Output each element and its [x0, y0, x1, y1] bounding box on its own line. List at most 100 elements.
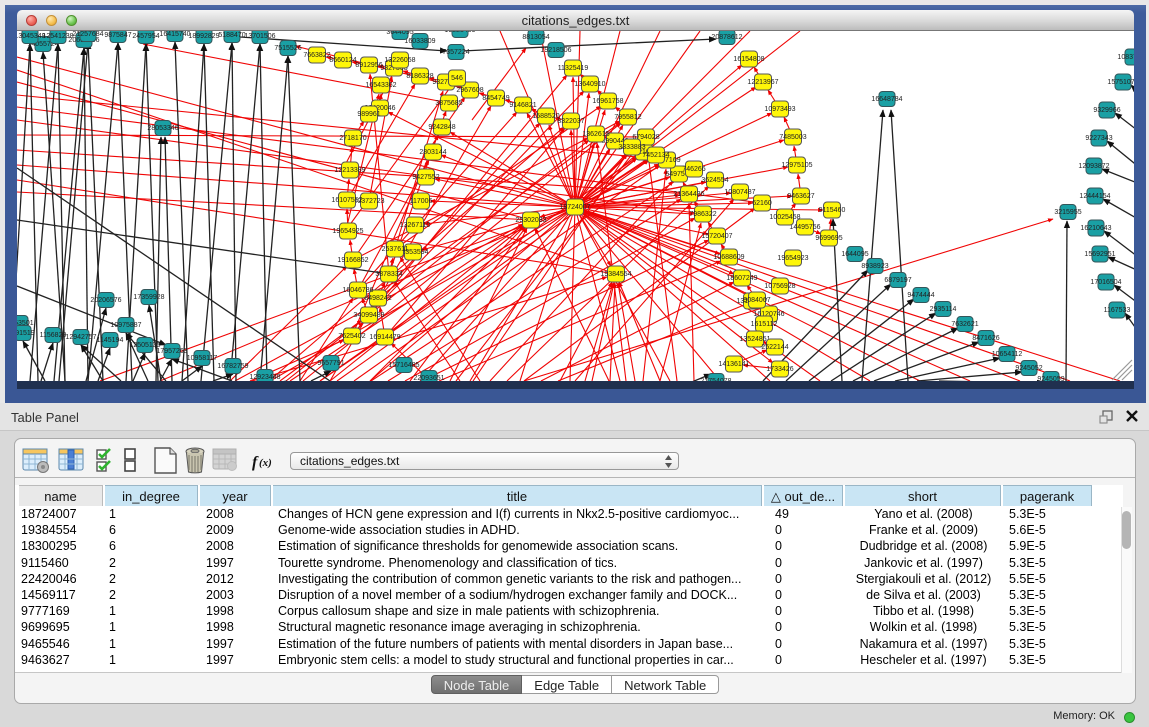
- svg-text:9146821: 9146821: [509, 102, 536, 109]
- svg-text:12213967: 12213967: [747, 79, 778, 86]
- svg-text:9329966: 9329966: [1093, 107, 1120, 114]
- svg-text:7663822: 7663822: [303, 52, 330, 59]
- svg-text:15692951: 15692951: [1084, 251, 1115, 258]
- svg-text:12942757: 12942757: [65, 334, 96, 341]
- svg-text:21364436: 21364436: [673, 191, 704, 198]
- svg-text:20206576: 20206576: [90, 297, 121, 304]
- svg-text:2457954: 2457954: [132, 33, 159, 40]
- svg-text:16415740: 16415740: [159, 31, 190, 38]
- svg-text:6879197: 6879197: [884, 277, 911, 284]
- svg-text:9875847: 9875847: [104, 32, 131, 39]
- svg-text:13524851: 13524851: [739, 336, 770, 343]
- svg-text:7452134: 7452134: [642, 152, 669, 159]
- svg-text:7515526: 7515526: [274, 45, 301, 52]
- svg-text:62160: 62160: [752, 200, 772, 207]
- svg-text:2803144: 2803144: [419, 149, 446, 156]
- svg-text:117006: 117006: [410, 198, 433, 205]
- svg-text:14495756: 14495756: [789, 224, 820, 231]
- svg-text:11325419: 11325419: [558, 65, 589, 72]
- svg-text:10688609: 10688609: [713, 254, 744, 261]
- svg-text:28053346: 28053346: [147, 125, 178, 132]
- svg-text:12923448: 12923448: [249, 374, 280, 381]
- svg-text:1145194: 1145194: [97, 337, 124, 344]
- svg-text:3624554: 3624554: [701, 177, 728, 184]
- svg-text:1644095: 1644095: [841, 251, 868, 258]
- svg-text:9657791: 9657791: [317, 360, 344, 367]
- svg-text:18724007: 18724007: [559, 204, 590, 211]
- svg-text:9242848: 9242848: [428, 124, 455, 131]
- svg-text:25302033: 25302033: [515, 217, 546, 224]
- svg-text:9699695: 9699695: [815, 235, 842, 242]
- svg-text:989961: 989961: [357, 111, 380, 118]
- svg-text:16914479: 16914479: [369, 334, 400, 341]
- svg-text:10973493: 10973493: [764, 106, 795, 113]
- svg-text:16046786: 16046786: [342, 287, 373, 294]
- svg-text:16648784: 16648784: [871, 96, 902, 103]
- svg-text:10756928: 10756928: [764, 283, 795, 290]
- svg-text:19523409: 19523409: [444, 31, 475, 34]
- svg-text:12093872: 12093872: [1078, 163, 1109, 170]
- svg-text:2718170: 2718170: [339, 135, 366, 142]
- svg-text:13267110: 13267110: [400, 222, 431, 229]
- svg-text:16961758: 16961758: [592, 98, 623, 105]
- svg-text:17016504: 17016504: [1090, 279, 1121, 286]
- svg-text:8454749: 8454749: [482, 95, 509, 102]
- svg-text:546: 546: [451, 75, 463, 82]
- svg-text:14136141: 14136141: [718, 361, 749, 368]
- svg-text:10837430: 10837430: [1117, 54, 1134, 61]
- svg-text:13640910: 13640910: [574, 81, 605, 88]
- svg-text:19218506: 19218506: [540, 47, 571, 54]
- svg-text:10025458: 10025458: [769, 214, 800, 221]
- svg-text:19654925: 19654925: [332, 228, 363, 235]
- svg-text:7632621: 7632621: [951, 321, 978, 328]
- svg-text:9245052: 9245052: [1015, 365, 1042, 372]
- svg-text:16033809: 16033809: [404, 38, 435, 45]
- svg-text:2537611: 2537611: [382, 246, 409, 253]
- svg-text:12541238: 12541238: [42, 33, 73, 40]
- svg-text:19166852: 19166852: [337, 257, 368, 264]
- svg-text:19384554: 19384554: [600, 271, 631, 278]
- svg-text:16782759: 16782759: [217, 363, 248, 370]
- svg-text:2522144: 2522144: [761, 344, 788, 351]
- svg-text:2935114: 2935114: [930, 306, 957, 313]
- svg-text:3644095: 3644095: [386, 31, 413, 36]
- svg-text:1615112: 1615112: [751, 321, 778, 328]
- svg-text:1167533: 1167533: [1104, 307, 1131, 314]
- svg-text:8186328: 8186328: [406, 73, 433, 80]
- svg-text:7955812: 7955812: [614, 114, 641, 121]
- svg-text:3875685: 3875685: [435, 100, 462, 107]
- svg-text:21257684: 21257684: [72, 31, 103, 38]
- svg-text:19654923: 19654923: [777, 255, 808, 262]
- svg-text:f: f: [252, 454, 259, 471]
- svg-text:1362615: 1362615: [582, 131, 609, 138]
- svg-text:7357224: 7357224: [442, 49, 469, 56]
- svg-text:3215955: 3215955: [1054, 209, 1081, 216]
- svg-text:1588520: 1588520: [532, 113, 559, 120]
- svg-text:1733426: 1733426: [766, 366, 793, 373]
- svg-text:20878612: 20878612: [711, 34, 742, 41]
- svg-text:15751074: 15751074: [1107, 79, 1134, 86]
- svg-text:10654112: 10654112: [992, 351, 1023, 358]
- svg-text:12213389: 12213389: [334, 167, 365, 174]
- svg-text:(x): (x): [259, 457, 272, 469]
- svg-text:8813054: 8813054: [522, 34, 549, 41]
- svg-text:1156829: 1156829: [40, 332, 67, 339]
- svg-text:18607249: 18607249: [726, 275, 757, 282]
- svg-text:7625402: 7625402: [338, 333, 365, 340]
- svg-text:16210643: 16210643: [1080, 225, 1111, 232]
- svg-text:15720407: 15720407: [701, 233, 732, 240]
- svg-text:7485003: 7485003: [779, 134, 806, 141]
- svg-text:8938923: 8938923: [861, 263, 888, 270]
- svg-text:12444154: 12444154: [1079, 193, 1110, 200]
- svg-text:3333883: 3333883: [618, 144, 645, 151]
- svg-text:13226058: 13226058: [384, 57, 415, 64]
- svg-text:8660124: 8660124: [329, 57, 356, 64]
- svg-text:10807487: 10807487: [724, 189, 755, 196]
- svg-text:18992829: 18992829: [188, 33, 219, 40]
- svg-text:9084067: 9084067: [743, 297, 770, 304]
- svg-text:7986322: 7986322: [689, 211, 716, 218]
- svg-text:16543362: 16543362: [365, 82, 396, 89]
- svg-text:10975887: 10975887: [110, 322, 141, 329]
- svg-text:391519: 391519: [17, 330, 35, 337]
- svg-text:17359928: 17359928: [133, 294, 164, 301]
